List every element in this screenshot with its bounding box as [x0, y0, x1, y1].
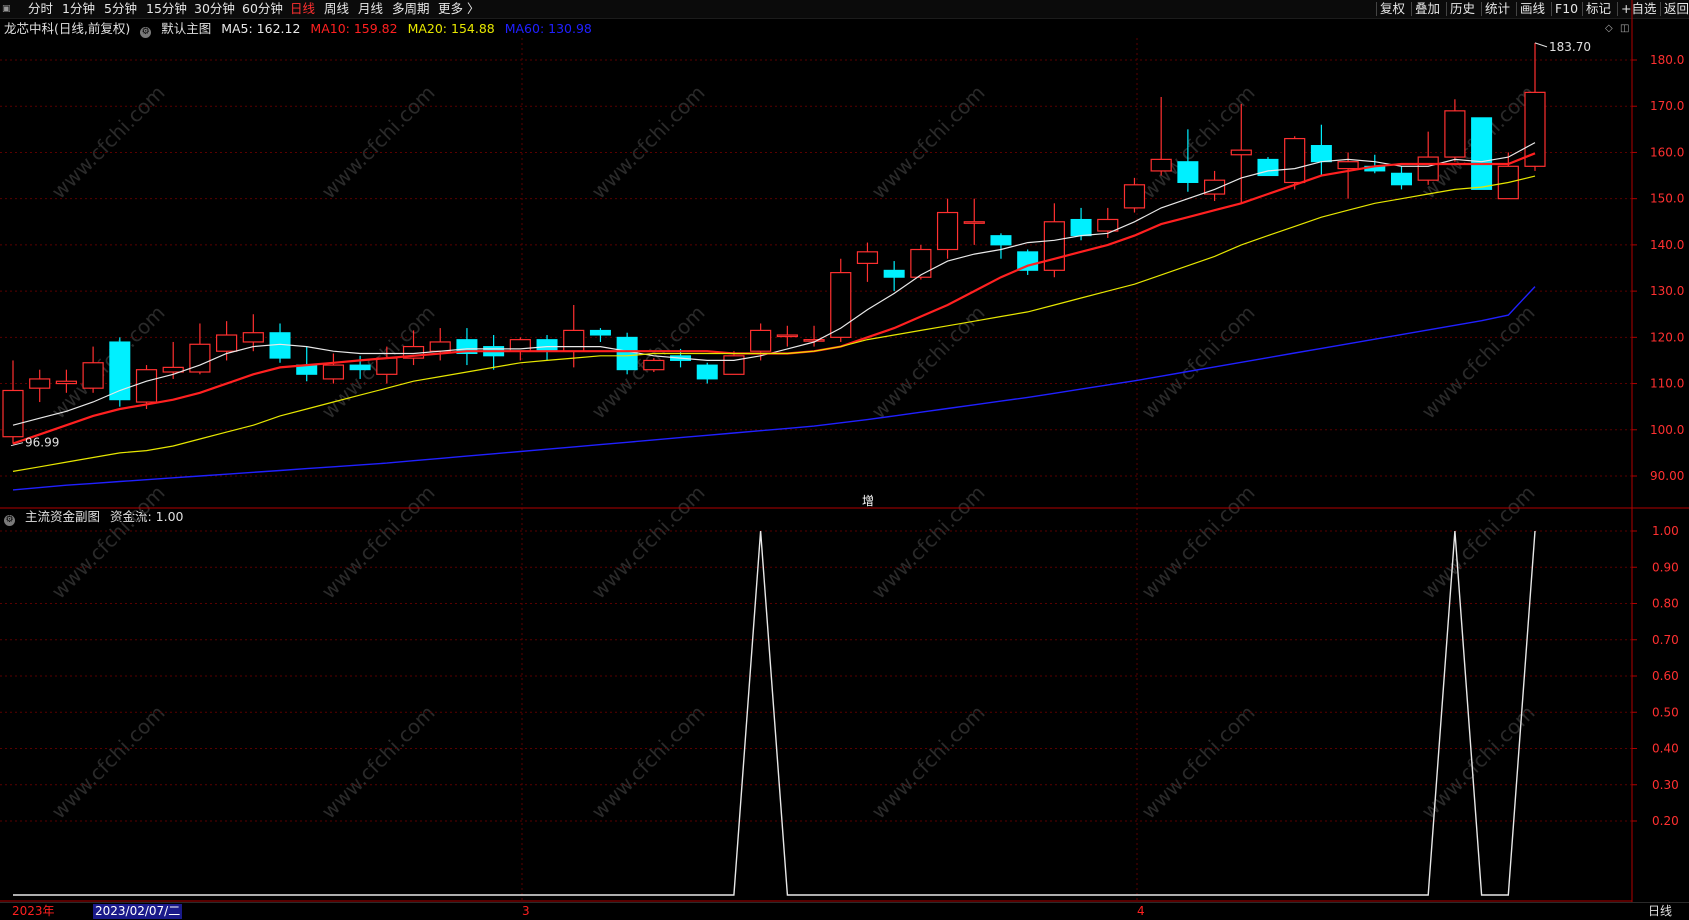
candle-body-up: [322, 364, 345, 380]
price-tick-label: 90.00: [1650, 469, 1684, 483]
candle-body-down: [1390, 172, 1412, 186]
ma-line-ma20: [12, 175, 1536, 472]
candle-body-up: [1444, 110, 1466, 158]
candle-body-down: [349, 364, 371, 371]
watermark-text: www.cfchi.com: [587, 481, 710, 604]
date-label-march: 3: [522, 904, 530, 918]
candle-body-down: [536, 339, 558, 352]
fund-tick-label: 0.30: [1652, 778, 1679, 792]
watermark-text: www.cfchi.com: [317, 481, 440, 604]
fund-tick-label: 0.80: [1652, 597, 1679, 611]
watermark-text: www.cfchi.com: [47, 481, 170, 604]
candle-body-up: [82, 362, 104, 389]
watermark-text: www.cfchi.com: [587, 81, 710, 204]
candle-body-down: [883, 269, 905, 278]
watermark-text: www.cfchi.com: [1417, 301, 1540, 424]
price-tick-label: 100.0: [1650, 423, 1684, 437]
watermark-text: www.cfchi.com: [47, 81, 170, 204]
high-pointer: [1534, 42, 1548, 48]
fund-tick-label: 0.20: [1652, 814, 1679, 828]
date-label-year: 2023年: [12, 904, 55, 918]
candle-body-up: [1230, 149, 1252, 156]
fund-flow-line: [13, 530, 1536, 896]
price-tick-label: 110.0: [1650, 377, 1684, 391]
low-price-label: 96.99: [25, 436, 59, 450]
candle-body-up: [29, 378, 51, 389]
date-axis: 2023年 2023/02/07/二 3 4 日线: [0, 902, 1689, 920]
watermark-text: www.cfchi.com: [47, 301, 170, 424]
candle-body-up: [856, 251, 879, 264]
candle-body-down: [1070, 218, 1092, 237]
watermark-text: www.cfchi.com: [1417, 481, 1540, 604]
fund-tick-label: 1.00: [1652, 524, 1679, 538]
fund-tick-label: 0.50: [1652, 705, 1679, 719]
watermark-text: www.cfchi.com: [1137, 481, 1260, 604]
candle-body-down: [696, 364, 718, 380]
fund-tick-label: 0.40: [1652, 742, 1679, 756]
candle-body-up: [1123, 184, 1146, 209]
candle-body-up: [55, 380, 78, 385]
candle-body-down: [990, 235, 1012, 246]
price-tick-label: 130.0: [1650, 284, 1684, 298]
candle-body-up: [1150, 158, 1172, 172]
candle-body-up: [963, 221, 985, 224]
watermark-text: www.cfchi.com: [317, 81, 440, 204]
candle-body-up: [1097, 218, 1119, 232]
candle-body-up: [216, 334, 238, 352]
candle-body-down: [1177, 161, 1199, 183]
watermark-text: www.cfchi.com: [867, 481, 990, 604]
candle-body-up: [776, 334, 798, 338]
price-tick-label: 170.0: [1650, 99, 1684, 113]
high-price-label: 183.70: [1549, 40, 1591, 54]
candle-body-up: [242, 332, 264, 343]
kline-chart[interactable]: www.cfchi.com www.cfchi.com www.cfchi.com w…: [0, 0, 1689, 902]
candle-body-up: [1043, 221, 1065, 271]
watermark-text: www.cfchi.com: [47, 701, 170, 824]
price-tick-label: 160.0: [1650, 145, 1684, 159]
candle-body-up: [803, 339, 825, 342]
watermark-text: www.cfchi.com: [867, 81, 990, 204]
watermark-text: www.cfchi.com: [317, 701, 440, 824]
watermark-text: www.cfchi.com: [587, 701, 710, 824]
date-label-april: 4: [1137, 904, 1145, 918]
candle-body-down: [589, 329, 611, 336]
watermark-text: www.cfchi.com: [867, 701, 990, 824]
price-tick-label: 150.0: [1650, 192, 1684, 206]
candle-body-up: [429, 341, 451, 352]
candle-body-up: [1337, 161, 1359, 170]
increase-marker: 增: [862, 494, 874, 508]
candle-body-down: [1310, 145, 1332, 163]
candle-body-up: [563, 329, 585, 352]
watermark-text: www.cfchi.com: [1137, 701, 1260, 824]
candle-body-down: [616, 336, 638, 371]
candle-body-up: [643, 359, 665, 371]
candle-body-up: [750, 329, 772, 352]
candle-body-up: [2, 389, 24, 438]
price-tick-label: 140.0: [1650, 238, 1684, 252]
ma-line-ma5: [12, 142, 1536, 426]
ma-line-ma60: [12, 286, 1536, 491]
candle-body-up: [936, 211, 959, 251]
candle-body-up: [1417, 156, 1439, 181]
candle-body-up: [1284, 137, 1306, 184]
period-label[interactable]: 日线: [1648, 904, 1672, 919]
fund-tick-label: 0.70: [1652, 633, 1679, 647]
price-tick-label: 120.0: [1650, 330, 1684, 344]
candle-body-up: [135, 369, 158, 403]
price-tick-label: 180.0: [1650, 53, 1684, 67]
candle-body-up: [910, 248, 932, 278]
fund-tick-label: 0.60: [1652, 669, 1679, 683]
fund-tick-label: 0.90: [1652, 560, 1679, 574]
date-label-cursor: 2023/02/07/二: [93, 904, 183, 919]
ma-line-ma10: [12, 152, 1536, 445]
candle-body-down: [1471, 117, 1493, 190]
candle-body-up: [376, 357, 398, 375]
